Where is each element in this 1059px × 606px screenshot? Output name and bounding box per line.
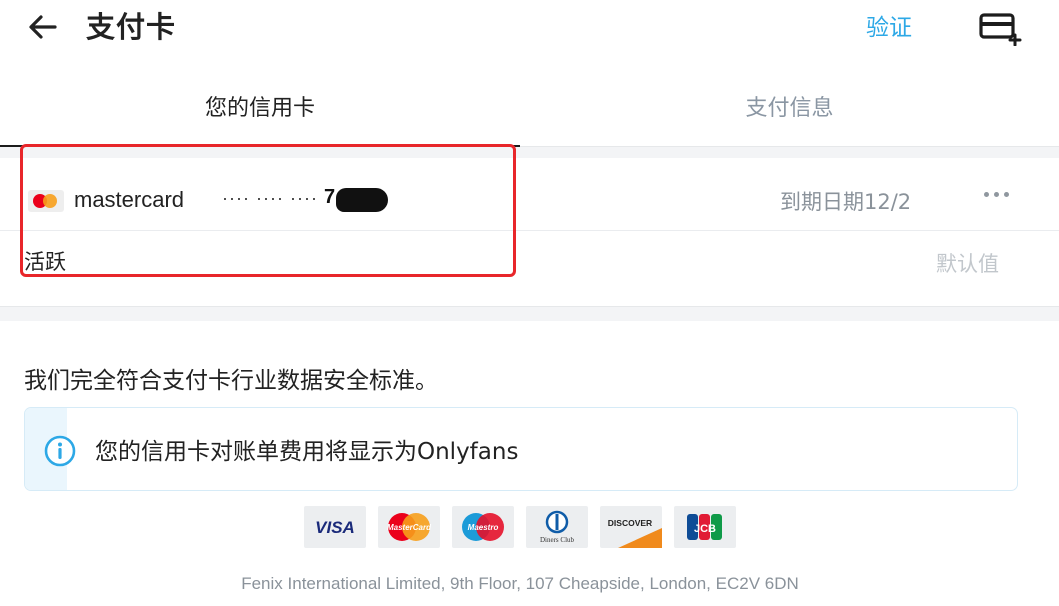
tab-bar: 您的信用卡 支付信息 bbox=[0, 66, 1059, 148]
section-divider bbox=[0, 307, 1059, 321]
add-card-icon bbox=[979, 13, 1022, 47]
card-brand: mastercard bbox=[74, 187, 185, 212]
discover-logo: DISCOVER bbox=[600, 506, 662, 548]
maestro-logo: Maestro bbox=[452, 506, 514, 548]
svg-text:Diners Club: Diners Club bbox=[540, 536, 575, 544]
page-title: 支付卡 bbox=[86, 10, 177, 44]
svg-text:Maestro: Maestro bbox=[468, 523, 499, 532]
card-expiry: 到期日期12/2 bbox=[780, 190, 912, 214]
billing-descriptor-text: 您的信用卡对账单费用将显示为Onlyfans bbox=[95, 439, 519, 465]
verify-link[interactable]: 验证 bbox=[866, 12, 912, 44]
arrow-left-icon bbox=[29, 15, 57, 39]
company-address: Fenix International Limited, 9th Floor, … bbox=[241, 574, 799, 593]
accepted-cards: VISA MasterCard Maestro Diners Club DISC… bbox=[304, 506, 738, 548]
jcb-logo: JCB bbox=[674, 506, 736, 548]
top-bar: 支付卡 验证 bbox=[0, 0, 1059, 56]
card-last-digits: 7 bbox=[324, 186, 336, 208]
card-row[interactable]: mastercard ···· ···· ···· 7 到期日期12/2 bbox=[0, 158, 1059, 231]
svg-text:MasterCard: MasterCard bbox=[387, 523, 432, 532]
security-note: 我们完全符合支付卡行业数据安全标准。 bbox=[24, 368, 438, 394]
info-icon bbox=[44, 435, 76, 467]
tab-payment-info[interactable]: 支付信息 bbox=[520, 66, 1059, 146]
section-divider bbox=[0, 147, 1059, 158]
svg-text:DISCOVER: DISCOVER bbox=[608, 518, 652, 528]
more-options-button[interactable] bbox=[984, 192, 1009, 197]
visa-logo: VISA bbox=[304, 506, 366, 548]
card-number-masked: ···· ···· ···· bbox=[222, 188, 318, 208]
set-default-button[interactable]: 默认值 bbox=[936, 248, 999, 278]
tab-your-cards[interactable]: 您的信用卡 bbox=[0, 66, 520, 146]
redaction-mark bbox=[336, 188, 388, 212]
diners-club-logo: Diners Club bbox=[526, 506, 588, 548]
svg-text:VISA: VISA bbox=[315, 518, 355, 537]
more-horizontal-icon bbox=[984, 192, 989, 197]
billing-info-box: 您的信用卡对账单费用将显示为Onlyfans bbox=[24, 407, 1018, 491]
svg-text:JCB: JCB bbox=[694, 523, 716, 535]
mastercard-icon bbox=[28, 190, 64, 212]
add-card-button[interactable] bbox=[978, 10, 1022, 47]
card-panel: mastercard ···· ···· ···· 7 到期日期12/2 活跃 … bbox=[0, 158, 1059, 307]
card-status: 活跃 bbox=[24, 250, 66, 274]
mastercard-logo: MasterCard bbox=[378, 506, 440, 548]
back-button[interactable] bbox=[22, 9, 62, 45]
